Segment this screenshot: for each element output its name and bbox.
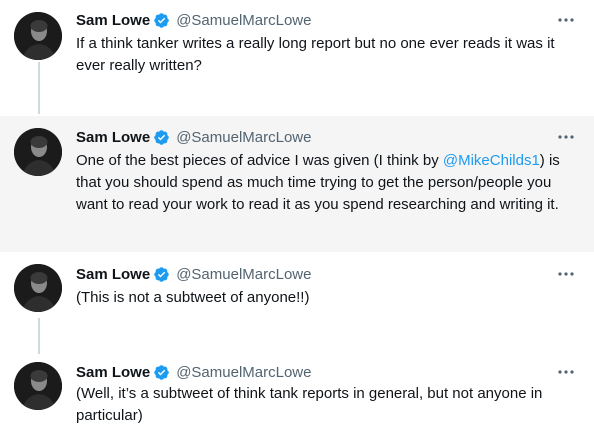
tweet[interactable]: Sam Lowe @SamuelMarcLowe (This is not a … xyxy=(0,252,594,352)
avatar-photo xyxy=(14,264,62,312)
author-handle[interactable]: @SamuelMarcLowe xyxy=(176,12,311,29)
avatar-photo xyxy=(14,12,62,60)
mention-link[interactable]: @MikeChilds1 xyxy=(443,152,540,169)
more-options-icon[interactable] xyxy=(556,362,576,382)
author-handle[interactable]: @SamuelMarcLowe xyxy=(176,364,311,381)
tweet[interactable]: Sam Lowe @SamuelMarcLowe (Well, it’s a s… xyxy=(0,352,594,424)
author-name[interactable]: Sam Lowe xyxy=(76,129,150,146)
avatar[interactable] xyxy=(14,362,62,410)
verified-badge-icon xyxy=(154,129,169,145)
more-options-icon[interactable] xyxy=(556,127,576,147)
tweet[interactable]: Sam Lowe @SamuelMarcLowe If a think tank… xyxy=(0,0,594,116)
tweet-text: (This is not a subtweet of anyone!!) xyxy=(76,289,310,306)
author-handle[interactable]: @SamuelMarcLowe xyxy=(176,266,311,283)
avatar[interactable] xyxy=(14,264,62,312)
avatar[interactable] xyxy=(14,12,62,60)
author-name[interactable]: Sam Lowe xyxy=(76,12,150,29)
tweet[interactable]: Sam Lowe @SamuelMarcLowe One of the best… xyxy=(0,116,594,252)
more-options-icon[interactable] xyxy=(556,264,576,284)
tweet-text: (Well, it’s a subtweet of think tank rep… xyxy=(76,385,543,424)
tweet-text: One of the best pieces of advice I was g… xyxy=(76,150,566,216)
avatar[interactable] xyxy=(14,128,62,176)
more-options-icon[interactable] xyxy=(556,10,576,30)
author-name[interactable]: Sam Lowe xyxy=(76,364,150,381)
avatar-photo xyxy=(14,362,62,410)
tweet-text: If a think tanker writes a really long r… xyxy=(76,35,555,74)
verified-badge-icon xyxy=(154,266,169,282)
tweet-text-part: One of the best pieces of advice I was g… xyxy=(76,152,443,169)
verified-badge-icon xyxy=(154,364,169,380)
author-handle[interactable]: @SamuelMarcLowe xyxy=(176,129,311,146)
verified-badge-icon xyxy=(154,12,169,28)
avatar-photo xyxy=(14,128,62,176)
author-name[interactable]: Sam Lowe xyxy=(76,266,150,283)
